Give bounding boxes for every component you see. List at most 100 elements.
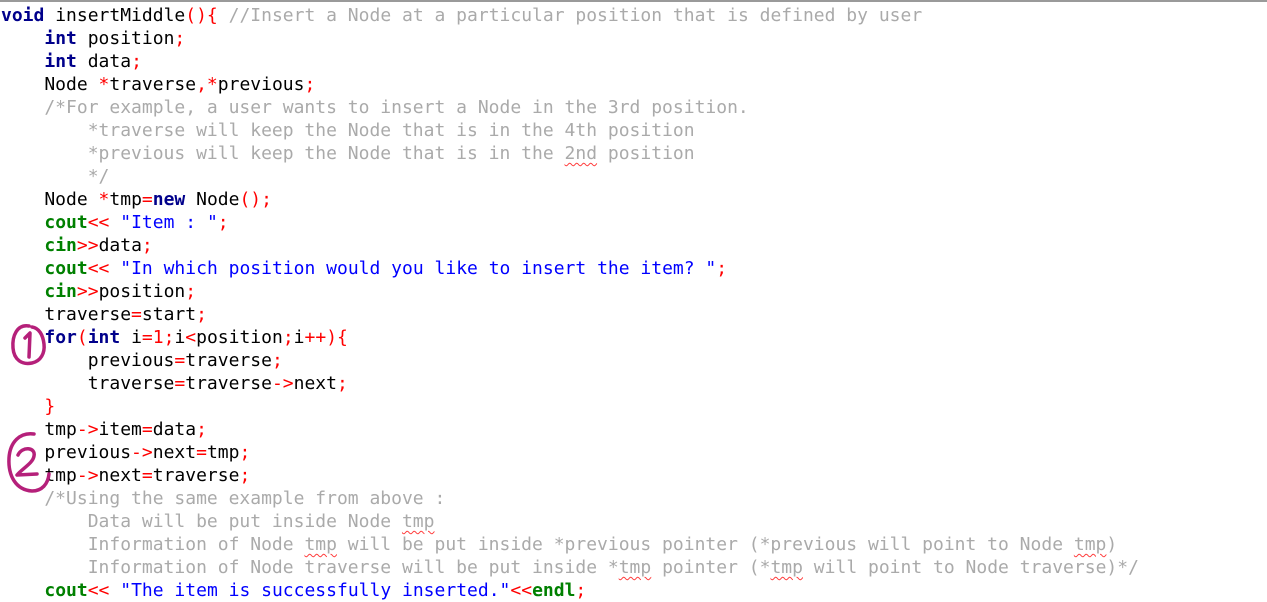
code-line[interactable]: previous=traverse;: [1, 349, 1267, 372]
code-token: ,*: [196, 74, 218, 95]
code-token: previous: [217, 74, 305, 95]
code-line[interactable]: Data will be put inside Node tmp: [1, 510, 1267, 533]
code-editor[interactable]: void insertMiddle(){ //Insert a Node at …: [0, 0, 1267, 601]
code-line[interactable]: }: [1, 395, 1267, 418]
code-token: traverse: [1, 373, 175, 394]
code-token: ->: [76, 465, 99, 486]
code-token: will be put inside *previous pointer (*p…: [336, 534, 1074, 555]
code-token: ;: [196, 419, 207, 440]
code-line[interactable]: traverse=start;: [1, 303, 1267, 326]
spelling-flagged-token: tmp: [770, 557, 803, 578]
code-line[interactable]: traverse=traverse->next;: [1, 372, 1267, 395]
code-token: }: [44, 396, 56, 417]
code-token: /*For example, a user wants to insert a …: [1, 97, 749, 118]
code-line[interactable]: Node *traverse,*previous;: [1, 73, 1267, 96]
code-line[interactable]: previous->next=tmp;: [1, 441, 1267, 464]
code-token: (){: [185, 5, 218, 26]
code-token: for: [44, 327, 77, 348]
spelling-flagged-token: 2nd: [564, 143, 598, 164]
code-token: (: [76, 327, 88, 348]
code-token: ;: [575, 580, 587, 601]
code-line[interactable]: int data;: [1, 50, 1267, 73]
code-token: ;: [141, 235, 153, 256]
code-token: /*Using the same example from above :: [1, 488, 446, 509]
code-token: traverse: [109, 74, 197, 95]
code-line[interactable]: void insertMiddle(){ //Insert a Node at …: [1, 4, 1267, 27]
code-line[interactable]: cout<< "The item is successfully inserte…: [1, 579, 1267, 602]
code-line[interactable]: */: [1, 165, 1267, 188]
code-token: void: [1, 5, 45, 26]
code-area[interactable]: void insertMiddle(){ //Insert a Node at …: [1, 4, 1267, 602]
code-token: Node: [1, 189, 99, 210]
code-token: ;: [282, 327, 294, 348]
spelling-flagged-token: tmp: [304, 534, 337, 555]
code-token: ();: [239, 189, 272, 210]
code-token: =: [174, 350, 186, 371]
code-token: >>: [76, 281, 99, 302]
code-line[interactable]: *traverse will keep the Node that is in …: [1, 119, 1267, 142]
code-token: =: [131, 304, 142, 325]
code-line[interactable]: tmp->item=data;: [1, 418, 1267, 441]
code-token: ;: [716, 258, 728, 279]
code-token: endl: [532, 580, 576, 601]
code-token: //Insert a Node at a particular position…: [217, 5, 923, 26]
code-line[interactable]: Information of Node tmp will be put insi…: [1, 533, 1267, 556]
code-line[interactable]: /*Using the same example from above :: [1, 487, 1267, 510]
code-line[interactable]: Information of Node traverse will be put…: [1, 556, 1267, 579]
code-token: *traverse will keep the Node that is in …: [1, 120, 695, 141]
code-token: will point to Node traverse)*/: [802, 557, 1139, 578]
code-token: "Item : ": [109, 212, 218, 233]
code-token: "In which position would you like to ins…: [109, 258, 717, 279]
code-token: int: [44, 51, 77, 72]
code-token: tmp: [206, 442, 240, 463]
code-token: ): [1106, 534, 1118, 555]
spelling-flagged-token: tmp: [401, 511, 435, 532]
code-line[interactable]: cin>>data;: [1, 234, 1267, 257]
code-line[interactable]: cin>>position;: [1, 280, 1267, 303]
code-token: "The item is successfully inserted.": [109, 580, 511, 601]
code-line[interactable]: for(int i=1;i<position;i++){: [1, 326, 1267, 349]
code-token: =: [196, 442, 207, 463]
code-line[interactable]: cout<< "In which position would you like…: [1, 257, 1267, 280]
code-line[interactable]: *previous will keep the Node that is in …: [1, 142, 1267, 165]
code-token: =: [141, 465, 153, 486]
code-token: i: [293, 327, 305, 348]
code-token: <<: [87, 580, 110, 601]
code-line[interactable]: cout<< "Item : ";: [1, 211, 1267, 234]
code-token: position: [98, 281, 186, 302]
code-token: i: [120, 327, 142, 348]
code-token: int: [87, 327, 121, 348]
code-token: <<: [510, 580, 533, 601]
code-token: ;: [174, 28, 186, 49]
code-token: ;: [131, 51, 142, 72]
code-token: traverse: [152, 465, 240, 486]
code-token: ;: [217, 212, 229, 233]
code-token: Information of Node traverse will be put…: [1, 557, 619, 578]
code-token: next: [152, 442, 197, 463]
code-token: next: [293, 373, 337, 394]
code-token: cout: [44, 212, 88, 233]
code-line[interactable]: /*For example, a user wants to insert a …: [1, 96, 1267, 119]
code-token: ;: [336, 373, 348, 394]
code-token: new: [152, 189, 186, 210]
code-token: traverse: [185, 350, 272, 371]
code-token: Data will be put inside Node: [1, 511, 402, 532]
code-line[interactable]: Node *tmp=new Node();: [1, 188, 1267, 211]
code-token: ->: [131, 442, 153, 463]
code-token: Node: [1, 74, 99, 95]
code-token: cout: [44, 580, 88, 601]
code-token: =: [174, 373, 186, 394]
annotation-marker-1-icon: [11, 324, 46, 366]
code-line[interactable]: tmp->next=traverse;: [1, 464, 1267, 487]
code-token: data: [76, 51, 132, 72]
code-token: cout: [44, 258, 88, 279]
code-token: */: [1, 166, 110, 187]
code-token: ;: [239, 442, 251, 463]
code-token: *: [98, 189, 110, 210]
code-line[interactable]: int position;: [1, 27, 1267, 50]
